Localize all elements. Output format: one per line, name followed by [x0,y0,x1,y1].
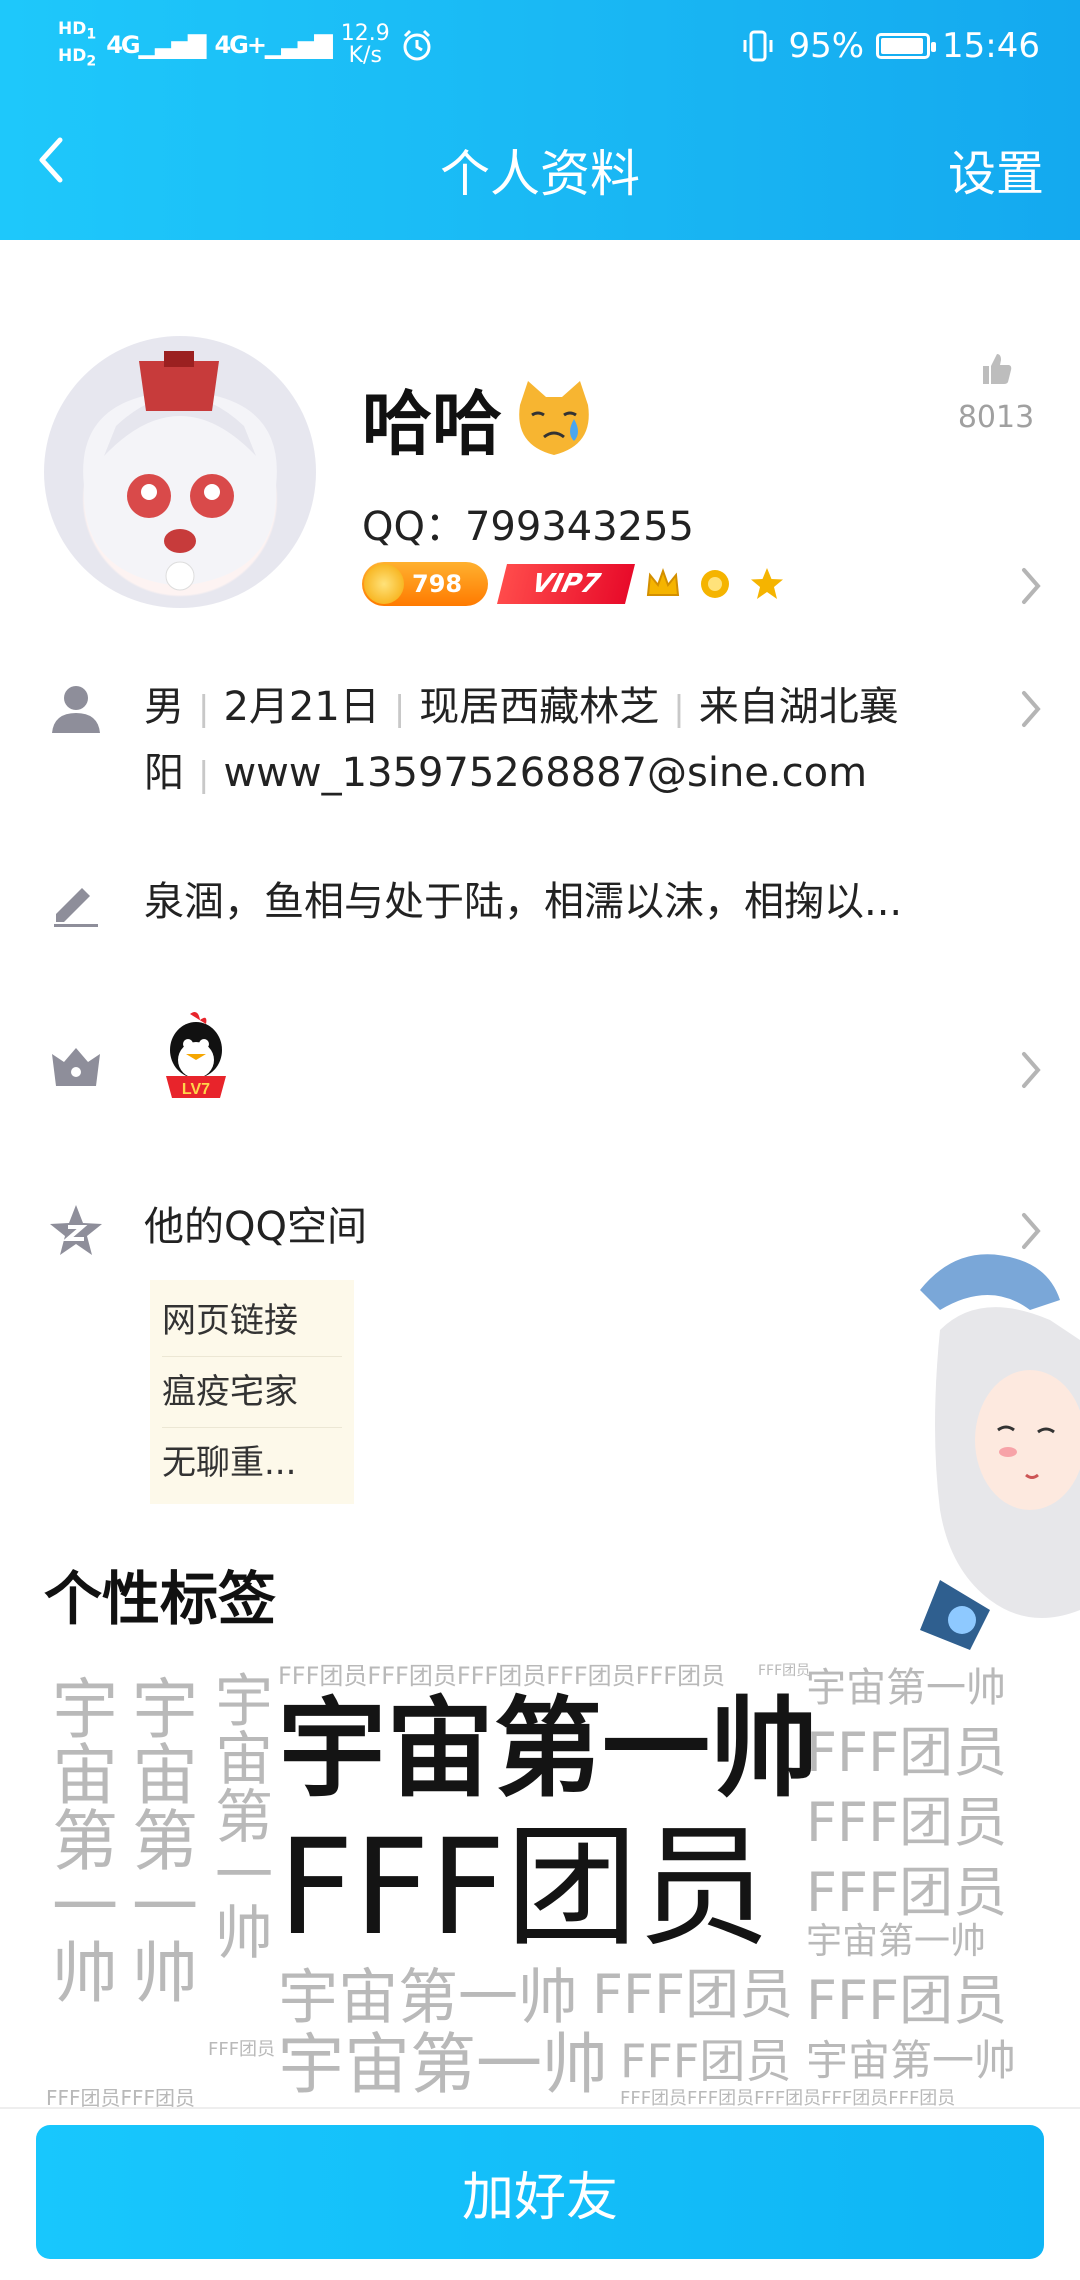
status-bar: HD1 HD2 4G▁▃▅▇ 4G+▁▃▅▇ 12.9 K/s 95% 15:4… [0,18,1080,78]
email: www_135975268887@sine.com [223,750,868,796]
signal-4gplus-icon: 4G+▁▃▅▇ [214,31,332,60]
qq-number: QQ：799343255 [362,504,695,550]
crown-level-icon [52,1048,100,1086]
nav-bar: 个人资料 设置 [0,120,1080,203]
person-icon [52,686,100,733]
chevron-right-icon[interactable] [1016,1046,1046,1094]
tag-text[interactable]: 宇宙第一帅 [121,1674,198,2004]
tag-text[interactable]: FFF团员 [620,2038,791,2084]
tag-text[interactable]: 宇宙第一帅 [278,1968,578,2028]
tag-text[interactable]: FFF团员 [806,1974,1007,2028]
coin-icon [364,564,404,604]
tag-text[interactable]: FFF团员 [806,1726,1007,1780]
gender: 男 [144,684,184,730]
coin-level-badge[interactable]: 798 [362,562,488,606]
sun-icon [701,570,729,598]
signal-4g-icon: 4G▁▃▅▇ [106,31,206,60]
signature-row[interactable]: 泉涸，鱼相与处于陆，相濡以沫，相掬以... [0,870,1080,950]
qq-penguin-level-icon: LV7 [166,1012,226,1098]
qzone-item[interactable]: 瘟疫宅家 [162,1357,342,1428]
network-speed: 12.9 K/s [340,21,390,69]
page-title: 个人资料 [440,145,640,203]
tag-text[interactable]: FFF团员 [592,1968,793,2022]
hd-indicator: HD1 HD2 [58,19,97,70]
tag-text[interactable]: 宇宙第一帅 [806,1668,1006,1708]
avatar[interactable] [44,336,316,608]
like-count: 8013 [957,400,1035,435]
tag-text[interactable]: 宇宙第一帅 [205,1670,273,1960]
chevron-right-icon[interactable] [1016,1207,1046,1255]
profile-name: 哈哈 [362,368,598,469]
clock: 15:46 [942,26,1040,66]
qzone-star-icon [50,1205,102,1255]
birthday: 2月21日 [223,684,380,730]
tag-text[interactable]: 宇宙第一帅 [806,2040,1016,2082]
footer-divider [0,2107,1080,2109]
battery-icon [876,33,937,59]
settings-button[interactable]: 设置 [948,134,1044,204]
alarm-icon [403,30,431,61]
badge-row[interactable]: 798 VIP7 [362,562,786,606]
add-friend-button[interactable]: 加好友 [36,2125,1044,2259]
chevron-right-icon[interactable] [1016,562,1046,610]
tag-primary[interactable]: FFF团员 [278,1822,770,1954]
basic-info-row[interactable]: 男 | 2月21日 | 现居西藏林芝 | 来自湖北襄 阳 | www_135975268887@… [0,675,1080,815]
vibrate-icon [743,30,773,62]
edit-pencil-icon [54,888,98,927]
qzone-item[interactable]: 无聊重... [162,1428,342,1498]
signature-text: 泉涸，鱼相与处于陆，相濡以沫，相掬以... [144,879,903,925]
vip-badge[interactable]: VIP7 [497,564,635,604]
tag-text[interactable]: FFF团员FFF团员 [46,2088,195,2108]
tag-text[interactable]: FFF团员FFF团员FFF团员FFF团员FFF团员 [278,1664,725,1688]
tags-title: 个性标签 [44,1565,277,1633]
tag-text[interactable]: FFF团员 [806,1796,1007,1850]
svg-text:LV7: LV7 [182,1081,210,1098]
qzone-preview-list[interactable]: 网页链接 瘟疫宅家 无聊重... [150,1280,354,1504]
qzone-title: 他的QQ空间 [144,1204,367,1250]
battery-percent: 95% [788,26,865,66]
tag-text[interactable]: 宇宙第一帅 [806,1924,986,1960]
thumbs-up-icon[interactable] [979,352,1013,386]
tag-text[interactable]: 宇宙第一帅 [41,1674,118,2004]
tag-text[interactable]: FFF团员 [208,2040,275,2060]
crown-icon [646,568,680,596]
like-counter[interactable]: 8013 [946,352,1046,435]
tag-text[interactable]: FFF团员FFF团员FFF团员FFF团员FFF团员 [620,2090,955,2108]
star-icon [751,568,783,599]
tag-cloud[interactable]: 宇宙第一帅 宇宙第一帅 宇宙第一帅 FFF团员FFF团员FFF团员FFF团员FF… [0,1640,1080,2110]
tag-text[interactable]: FFF团员 [758,1664,810,1678]
tag-text[interactable]: 宇宙第一帅 [278,2032,608,2098]
chevron-right-icon[interactable] [1016,685,1046,733]
hometown: 来自湖北襄 [698,684,899,730]
tag-primary[interactable]: 宇宙第一帅 [278,1696,818,1804]
decorative-pendant-image [920,1254,1080,1650]
tag-text[interactable]: FFF团员 [806,1866,1007,1920]
top-header: HD1 HD2 4G▁▃▅▇ 4G+▁▃▅▇ 12.9 K/s 95% 15:4… [0,0,1080,240]
location: 现居西藏林芝 [419,684,660,730]
qzone-item[interactable]: 网页链接 [162,1286,342,1357]
crying-cat-emoji-icon [519,380,589,455]
